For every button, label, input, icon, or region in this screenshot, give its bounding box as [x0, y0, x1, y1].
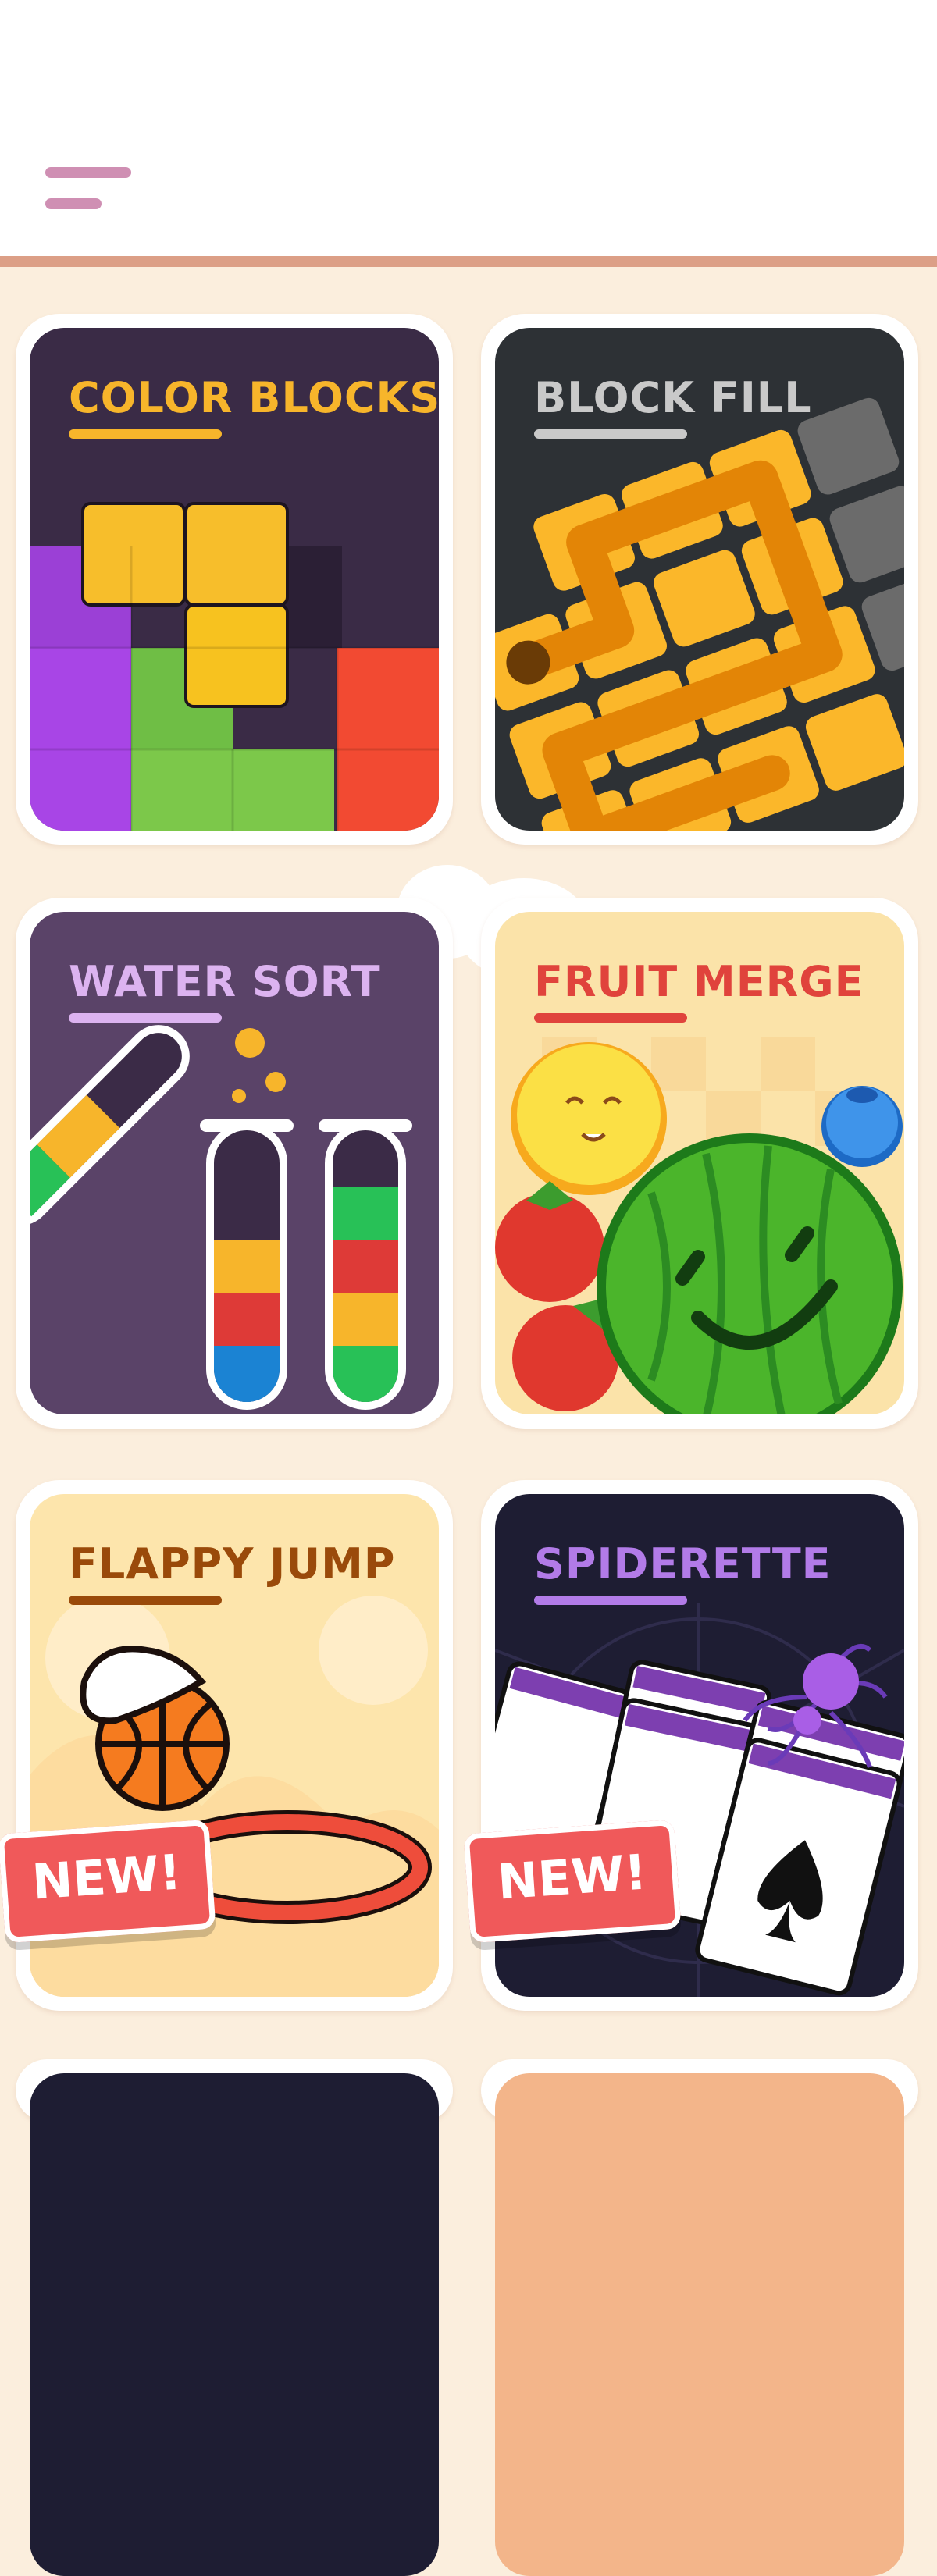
water-sort-artwork: WATER SORT [30, 912, 439, 1414]
game-title: SPIDERETTE [534, 1539, 832, 1589]
color-blocks-artwork: COLOR BLOCKS [30, 328, 439, 831]
game-title: FRUIT MERGE [534, 957, 864, 1006]
game-card-block-fill[interactable]: BLOCK FILL [481, 314, 918, 845]
game-card-color-blocks[interactable]: COLOR BLOCKS [16, 314, 453, 845]
game-title: COLOR BLOCKS [69, 373, 439, 422]
game-title: BLOCK FILL [534, 373, 812, 422]
game-title: FLAPPY JUMP [69, 1539, 396, 1589]
hamburger-menu-icon[interactable] [45, 164, 136, 219]
fruit-merge-artwork: FRUIT MERGE [495, 912, 904, 1414]
block-fill-artwork: BLOCK FILL [495, 328, 904, 831]
new-badge-label: NEW! [30, 1843, 183, 1911]
header-divider [0, 256, 937, 267]
partial-card-artwork [30, 2073, 439, 2576]
title-underline [534, 1013, 687, 1023]
title-underline [69, 429, 222, 439]
game-card-water-sort[interactable]: WATER SORT [16, 898, 453, 1429]
title-underline [534, 429, 687, 439]
new-badge: NEW! [0, 1819, 216, 1944]
game-card-fruit-merge[interactable]: FRUIT MERGE [481, 898, 918, 1429]
title-underline [534, 1596, 687, 1605]
title-underline [69, 1596, 222, 1605]
game-title: WATER SORT [69, 957, 381, 1006]
app-header [0, 0, 937, 256]
game-card-partial[interactable] [16, 2059, 453, 2576]
new-badge-label: NEW! [495, 1843, 649, 1911]
new-badge: NEW! [463, 1819, 682, 1944]
game-card-partial[interactable] [481, 2059, 918, 2576]
title-underline [69, 1013, 222, 1023]
partial-card-artwork [495, 2073, 904, 2576]
